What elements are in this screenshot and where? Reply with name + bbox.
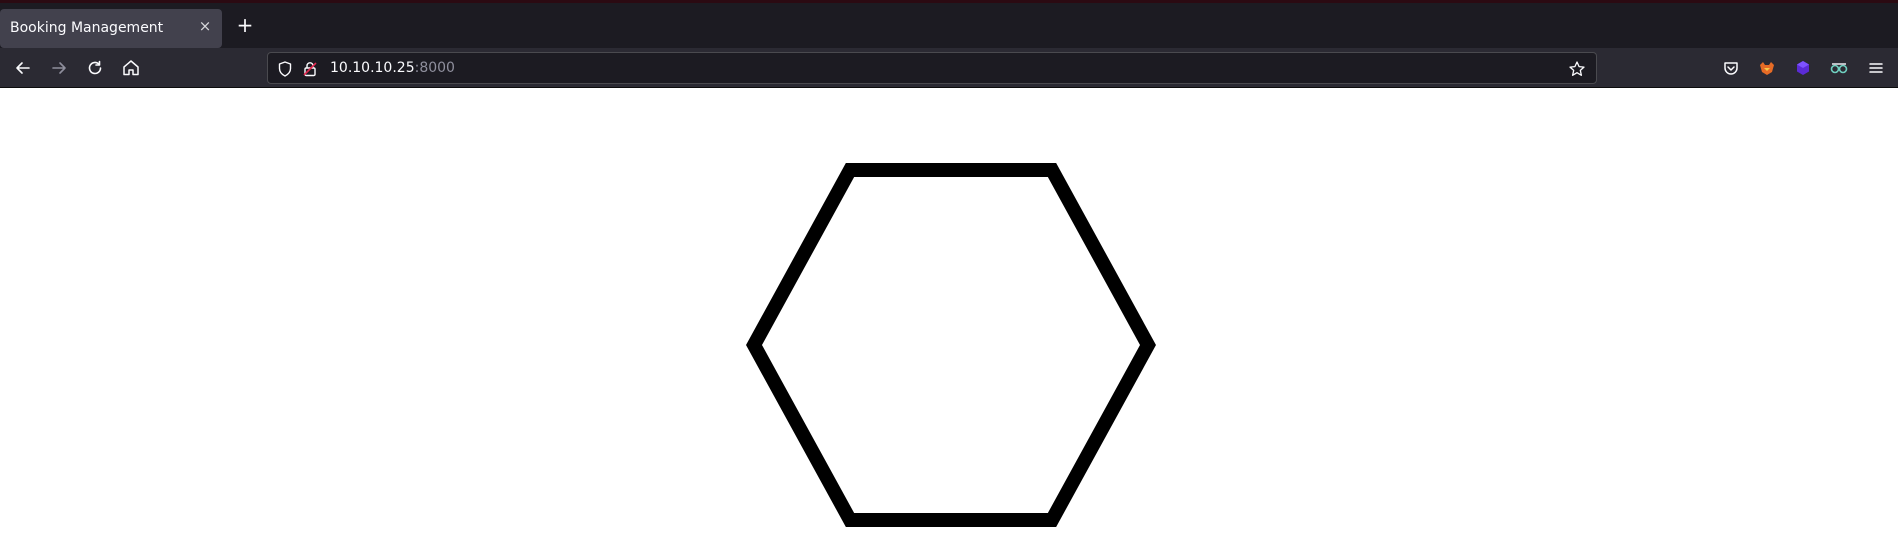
extension-glasses-button[interactable] [1828, 57, 1850, 79]
page-content [0, 88, 1898, 538]
back-button[interactable] [12, 57, 34, 79]
extension-fox-button[interactable] [1756, 57, 1778, 79]
home-icon [123, 60, 139, 76]
hamburger-menu-icon [1869, 63, 1883, 73]
hexagon-logo [746, 163, 1156, 527]
url-host: 10.10.10.25 [330, 60, 415, 76]
browser-window: Booking Management × + 10.10.10.25:8000 [0, 0, 1898, 538]
arrow-left-icon [16, 62, 30, 74]
glasses-extension-icon [1830, 63, 1848, 74]
reload-button[interactable] [84, 57, 106, 79]
cube-extension-icon [1797, 61, 1809, 75]
extension-cube-button[interactable] [1792, 57, 1814, 79]
url-text[interactable]: 10.10.10.25:8000 [330, 60, 455, 76]
url-bar[interactable]: 10.10.10.25:8000 [267, 52, 1597, 84]
pocket-icon [1724, 62, 1738, 75]
tab-strip: Booking Management × + [0, 0, 1898, 48]
pocket-button[interactable] [1720, 57, 1742, 79]
home-button[interactable] [120, 57, 142, 79]
reload-icon [88, 60, 102, 75]
star-icon[interactable] [1568, 60, 1586, 78]
menu-button[interactable] [1865, 57, 1887, 79]
tab-booking-management[interactable]: Booking Management × [0, 9, 222, 48]
new-tab-button[interactable]: + [236, 15, 254, 35]
shield-icon[interactable] [276, 60, 294, 78]
arrow-right-icon [52, 62, 66, 74]
forward-button[interactable] [48, 57, 70, 79]
tab-close-icon[interactable]: × [197, 18, 213, 34]
url-port: :8000 [414, 60, 455, 76]
insecure-lock-icon[interactable] [301, 60, 319, 78]
fox-extension-icon [1760, 62, 1774, 75]
navigation-bar: 10.10.10.25:8000 [0, 48, 1898, 88]
tab-title: Booking Management [10, 20, 164, 36]
